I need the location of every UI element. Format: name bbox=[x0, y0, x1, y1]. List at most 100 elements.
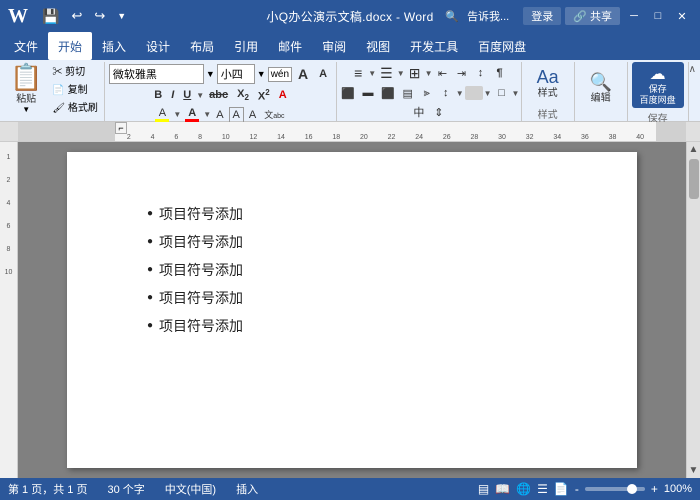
view-web-icon[interactable]: 🌐 bbox=[516, 482, 531, 496]
maximize-btn[interactable]: □ bbox=[648, 6, 668, 26]
copy-button[interactable]: 📄 复制 bbox=[50, 80, 99, 97]
close-btn[interactable]: ✕ bbox=[672, 6, 692, 26]
app-icon: W bbox=[8, 5, 28, 28]
view-draft-icon[interactable]: 📄 bbox=[554, 482, 569, 496]
menu-bar: 文件 开始 插入 设计 布局 引用 邮件 审阅 视图 开发工具 百度网盘 bbox=[0, 32, 700, 60]
para-spacing-btn[interactable]: ⇕ bbox=[430, 103, 448, 121]
line-spacing-btn[interactable]: ↕ bbox=[437, 84, 455, 102]
login-btn[interactable]: 登录 bbox=[523, 7, 561, 25]
increase-indent-btn[interactable]: ⇥ bbox=[453, 64, 471, 82]
menu-review[interactable]: 审阅 bbox=[312, 32, 356, 60]
font-size-dropdown[interactable]: ▼ bbox=[257, 69, 266, 79]
subscript-button[interactable]: X2 bbox=[233, 86, 253, 104]
scroll-up-arrow[interactable]: ▲ bbox=[687, 142, 700, 157]
font-name-input[interactable] bbox=[109, 64, 204, 84]
bullet-symbol: ● bbox=[147, 260, 153, 280]
font-name-dropdown[interactable]: ▼ bbox=[206, 69, 215, 79]
menu-baidu[interactable]: 百度网盘 bbox=[468, 32, 536, 60]
fontcolor-dropdown[interactable]: ▼ bbox=[203, 110, 211, 119]
zoom-handle[interactable] bbox=[627, 484, 637, 494]
styles-button[interactable]: Aa 样式 bbox=[526, 62, 570, 104]
zoom-out-btn[interactable]: - bbox=[575, 482, 579, 496]
paste-button[interactable]: 📋 粘贴 ▼ bbox=[6, 62, 46, 116]
superscript-button[interactable]: X2 bbox=[254, 86, 274, 105]
distribute-btn[interactable]: ⫸ bbox=[418, 84, 436, 102]
list-item[interactable]: ● 项目符号添加 bbox=[147, 256, 577, 284]
view-read-icon[interactable]: 📖 bbox=[495, 482, 510, 496]
numbered-list-btn[interactable]: ☰ bbox=[377, 64, 396, 82]
align-left-btn[interactable]: ⬛ bbox=[338, 84, 358, 102]
save-quick-btn[interactable]: 💾 bbox=[38, 6, 63, 27]
underline-button[interactable]: U bbox=[179, 87, 195, 103]
menu-references[interactable]: 引用 bbox=[224, 32, 268, 60]
zoom-percent[interactable]: 100% bbox=[664, 483, 692, 495]
font-color-button[interactable]: A bbox=[183, 106, 201, 124]
bullet-dropdown[interactable]: ▼ bbox=[368, 69, 376, 78]
menu-view[interactable]: 视图 bbox=[356, 32, 400, 60]
document-scroll[interactable]: ● 项目符号添加 ● 项目符号添加 ● 项目符号添加 ● 项目符号添加 ● bbox=[18, 142, 686, 478]
justify-btn[interactable]: ▤ bbox=[399, 84, 417, 102]
font-size-input[interactable] bbox=[217, 64, 255, 84]
share-btn[interactable]: 🔗 共享 bbox=[565, 7, 620, 25]
menu-developer[interactable]: 开发工具 bbox=[400, 32, 468, 60]
minimize-btn[interactable]: ─ bbox=[624, 6, 644, 26]
char-color2-btn[interactable]: A bbox=[246, 108, 259, 122]
sort-btn[interactable]: ↕ bbox=[472, 64, 490, 82]
show-marks-btn[interactable]: ¶ bbox=[491, 64, 509, 82]
phonetic-btn[interactable]: 文abc bbox=[261, 107, 287, 122]
ribbon-expand-btn[interactable]: ∧ bbox=[689, 64, 696, 121]
align-right-btn[interactable]: ⬛ bbox=[378, 84, 398, 102]
underline-dropdown[interactable]: ▼ bbox=[196, 91, 204, 100]
view-normal-icon[interactable]: ▤ bbox=[478, 482, 489, 496]
bullet-list-btn[interactable]: ≡ bbox=[349, 64, 367, 82]
scroll-thumb[interactable] bbox=[689, 159, 699, 199]
align-center-btn[interactable]: ▬ bbox=[359, 84, 377, 102]
shading-dropdown[interactable]: ▼ bbox=[484, 89, 492, 98]
border-dropdown[interactable]: ▼ bbox=[512, 89, 520, 98]
multilevel-dropdown[interactable]: ▼ bbox=[425, 69, 433, 78]
view-outline-icon[interactable]: ☰ bbox=[537, 482, 548, 496]
zoom-slider[interactable] bbox=[585, 487, 645, 491]
list-item[interactable]: ● 项目符号添加 bbox=[147, 228, 577, 256]
shading-btn[interactable] bbox=[465, 86, 483, 100]
format-painter-button[interactable]: 🖌 格式刷 bbox=[50, 98, 99, 115]
vertical-scrollbar[interactable]: ▲ ▼ bbox=[686, 142, 700, 478]
border-btn[interactable]: □ bbox=[493, 84, 511, 102]
clear-format-button[interactable]: A bbox=[275, 87, 291, 103]
scroll-down-arrow[interactable]: ▼ bbox=[687, 463, 700, 478]
char-border-btn[interactable]: A bbox=[229, 107, 244, 123]
document-page[interactable]: ● 项目符号添加 ● 项目符号添加 ● 项目符号添加 ● 项目符号添加 ● bbox=[67, 152, 637, 468]
numbered-dropdown[interactable]: ▼ bbox=[397, 69, 405, 78]
menu-insert[interactable]: 插入 bbox=[92, 32, 136, 60]
chinese-layout-btn[interactable]: 中 bbox=[410, 103, 428, 121]
menu-file[interactable]: 文件 bbox=[4, 32, 48, 60]
list-item[interactable]: ● 项目符号添加 bbox=[147, 200, 577, 228]
baidu-save-button[interactable]: ☁ 保存 百度网盘 bbox=[632, 62, 684, 108]
decrease-font-size-btn[interactable]: A bbox=[314, 65, 332, 83]
menu-design[interactable]: 设计 bbox=[136, 32, 180, 60]
bold-button[interactable]: B bbox=[150, 87, 166, 103]
list-item[interactable]: ● 项目符号添加 bbox=[147, 284, 577, 312]
text-highlight-button[interactable]: A bbox=[153, 106, 171, 124]
undo-btn[interactable]: ↩ bbox=[67, 6, 86, 26]
linespacing-dropdown[interactable]: ▼ bbox=[456, 89, 464, 98]
list-item[interactable]: ● 项目符号添加 bbox=[147, 312, 577, 340]
editing-button[interactable]: 🔍 编辑 bbox=[579, 62, 623, 114]
text-effect-button[interactable]: A bbox=[213, 108, 226, 122]
quick-access-dropdown[interactable]: ▼ bbox=[113, 9, 130, 23]
increase-font-size-btn[interactable]: A bbox=[294, 65, 312, 83]
redo-btn[interactable]: ↪ bbox=[90, 6, 109, 26]
paste-dropdown-arrow[interactable]: ▼ bbox=[22, 105, 30, 114]
menu-mailings[interactable]: 邮件 bbox=[268, 32, 312, 60]
zoom-in-btn[interactable]: + bbox=[651, 482, 658, 496]
menu-layout[interactable]: 布局 bbox=[180, 32, 224, 60]
italic-button[interactable]: I bbox=[167, 87, 178, 103]
highlight-dropdown[interactable]: ▼ bbox=[173, 110, 181, 119]
decrease-indent-btn[interactable]: ⇤ bbox=[434, 64, 452, 82]
cut-button[interactable]: ✂ 剪切 bbox=[50, 62, 99, 79]
multilevel-list-btn[interactable]: ⊞ bbox=[406, 64, 424, 82]
tell-me-btn[interactable]: 🔍 告诉我... bbox=[440, 7, 519, 25]
styles-group: Aa 样式 样式 bbox=[522, 62, 575, 121]
menu-home[interactable]: 开始 bbox=[48, 32, 92, 60]
strikethrough-button[interactable]: abc bbox=[205, 87, 232, 103]
